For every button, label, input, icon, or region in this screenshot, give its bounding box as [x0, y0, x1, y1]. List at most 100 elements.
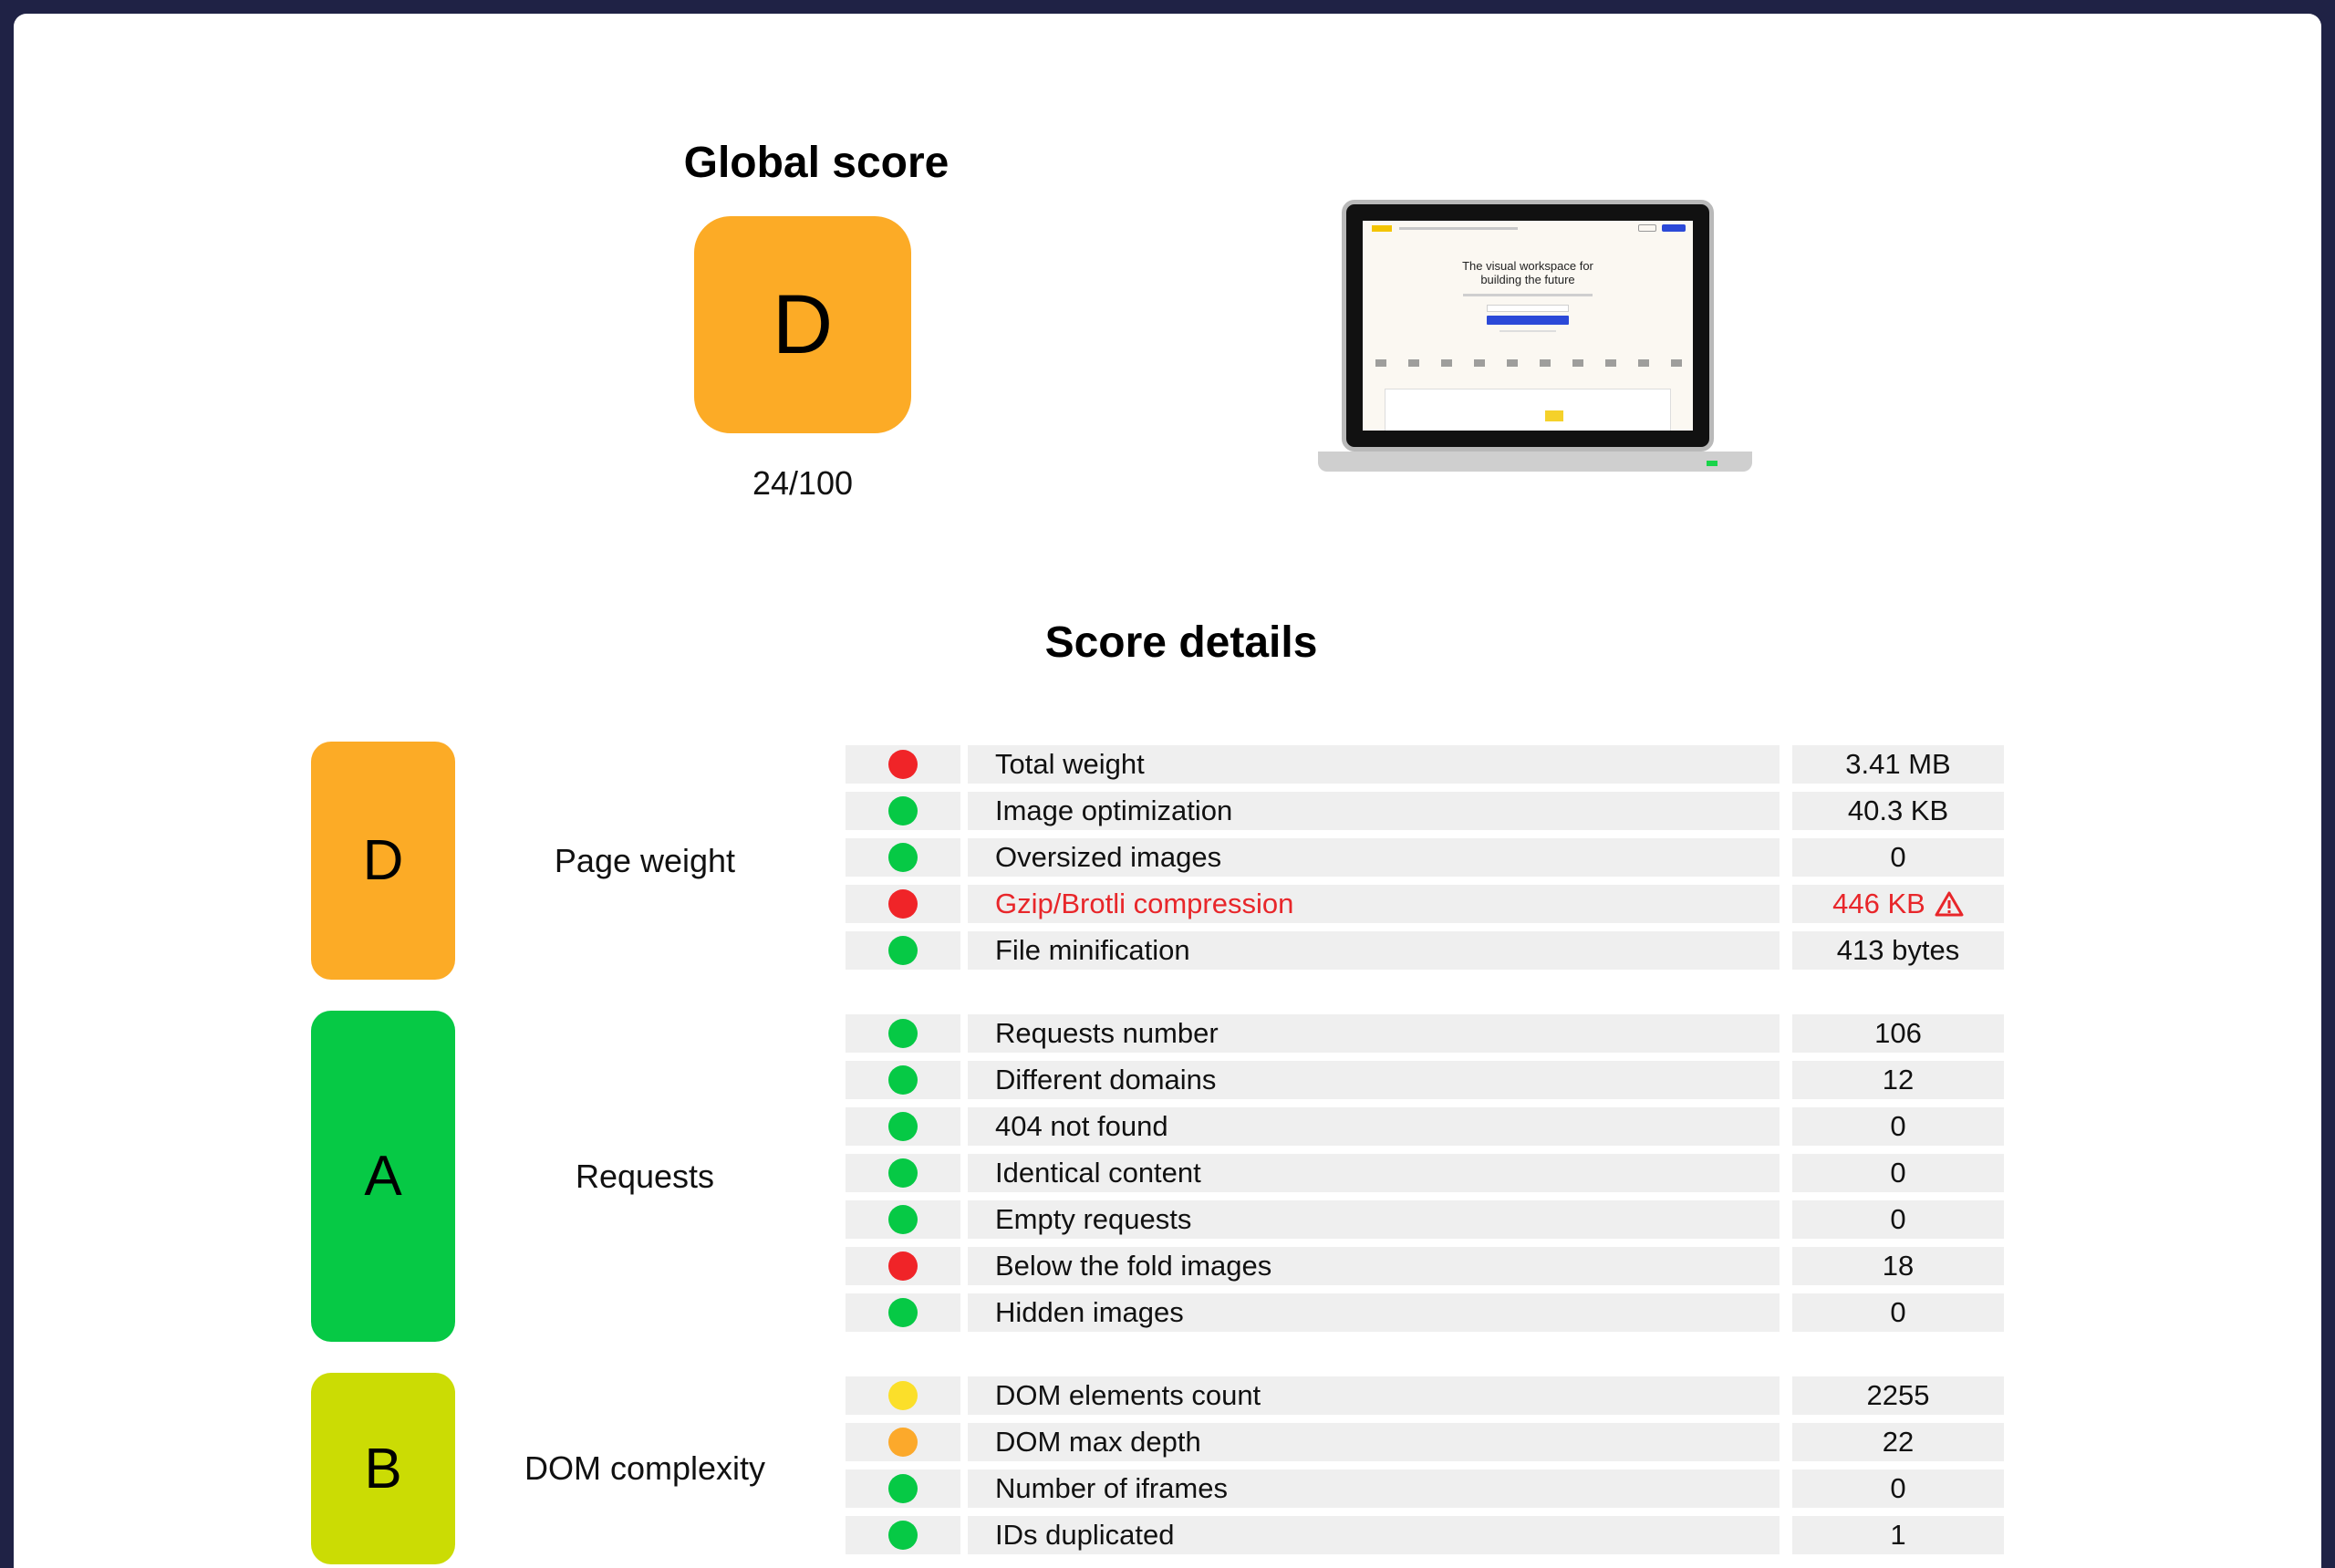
metric-name: Different domains — [968, 1061, 1780, 1099]
category-grade-badge: B — [311, 1373, 455, 1564]
metric-name: Empty requests — [968, 1200, 1780, 1239]
metric-value: 446 KB — [1792, 885, 2004, 923]
metric-value: 3.41 MB — [1792, 745, 2004, 784]
metric-value: 0 — [1792, 1154, 2004, 1192]
status-cell — [846, 792, 960, 830]
status-green-dot-icon — [888, 843, 918, 872]
metric-name: Identical content — [968, 1154, 1780, 1192]
status-cell — [846, 1293, 960, 1332]
metric-value: 0 — [1792, 838, 2004, 877]
preview-fine-print — [1500, 330, 1556, 332]
metric-value-text: 446 KB — [1832, 888, 1925, 919]
metric-name: Total weight — [968, 745, 1780, 784]
metric-value-text: 1 — [1890, 1519, 1906, 1551]
metric-value-text: 0 — [1890, 1472, 1906, 1504]
metric-value-text: 40.3 KB — [1847, 794, 1949, 826]
status-red-dot-icon — [888, 1251, 918, 1281]
preview-nav-signup — [1662, 224, 1686, 232]
preview-subtitle — [1463, 294, 1593, 296]
metric-value: 2255 — [1792, 1376, 2004, 1415]
metric-name: Below the fold images — [968, 1247, 1780, 1285]
metric-value: 0 — [1792, 1200, 2004, 1239]
status-cell — [846, 1061, 960, 1099]
status-cell — [846, 838, 960, 877]
preview-logo — [1372, 225, 1392, 232]
preview-email-input — [1487, 305, 1569, 312]
status-green-dot-icon — [888, 1205, 918, 1234]
category-grade-badge: D — [311, 742, 455, 980]
status-green-dot-icon — [888, 1298, 918, 1327]
global-grade-badge: D — [694, 216, 911, 433]
preview-display: The visual workspace for building the fu… — [1363, 221, 1693, 431]
preview-logo-strip — [1375, 359, 1684, 367]
metric-value-text: 22 — [1882, 1426, 1915, 1458]
metric-value: 0 — [1792, 1469, 2004, 1508]
status-cell — [846, 1423, 960, 1461]
status-red-dot-icon — [888, 889, 918, 919]
preview-headline-line2: building the future — [1480, 273, 1575, 286]
metric-value-text: 0 — [1890, 1203, 1906, 1235]
metric-value-text: 3.41 MB — [1845, 748, 1951, 780]
status-green-dot-icon — [888, 936, 918, 965]
metric-name: DOM elements count — [968, 1376, 1780, 1415]
category-label-dom-complexity: DOM complexity — [524, 1449, 766, 1487]
metric-value-text: 0 — [1890, 1157, 1906, 1189]
status-cell — [846, 1469, 960, 1508]
status-yellow-dot-icon — [888, 1381, 918, 1410]
status-cell — [846, 1376, 960, 1415]
global-score-value: 24/100 — [752, 464, 854, 502]
metric-name: DOM max depth — [968, 1423, 1780, 1461]
metric-value-text: 0 — [1890, 1110, 1906, 1142]
metric-value: 12 — [1792, 1061, 2004, 1099]
status-cell — [846, 931, 960, 970]
metric-value: 0 — [1792, 1107, 2004, 1146]
metric-value: 413 bytes — [1792, 931, 2004, 970]
preview-nav — [1363, 221, 1693, 237]
status-green-dot-icon — [888, 1112, 918, 1141]
page-screenshot-preview: The visual workspace for building the fu… — [1342, 200, 1714, 452]
status-cell — [846, 885, 960, 923]
status-cell — [846, 1200, 960, 1239]
preview-cta-button — [1487, 316, 1569, 325]
status-cell — [846, 1014, 960, 1053]
metric-name: Hidden images — [968, 1293, 1780, 1332]
metric-value: 18 — [1792, 1247, 2004, 1285]
metric-value: 0 — [1792, 1293, 2004, 1332]
status-green-dot-icon — [888, 1158, 918, 1188]
category-label-page-weight: Page weight — [554, 841, 736, 879]
metric-value: 40.3 KB — [1792, 792, 2004, 830]
status-green-dot-icon — [888, 1474, 918, 1503]
category-grade-badge: A — [311, 1011, 455, 1342]
global-score-title: Global score — [683, 139, 950, 187]
metric-value-text: 2255 — [1866, 1379, 1930, 1411]
metric-name: Image optimization — [968, 792, 1780, 830]
metric-name: IDs duplicated — [968, 1516, 1780, 1554]
status-cell — [846, 1154, 960, 1192]
metric-value: 106 — [1792, 1014, 2004, 1053]
status-cell — [846, 745, 960, 784]
preview-nav-login — [1638, 224, 1656, 232]
metric-name: Gzip/Brotli compression — [968, 885, 1780, 923]
preview-headline-line1: The visual workspace for — [1462, 259, 1593, 273]
status-cell — [846, 1107, 960, 1146]
preview-sticky-note — [1545, 410, 1563, 421]
metric-name: Requests number — [968, 1014, 1780, 1053]
status-green-dot-icon — [888, 1521, 918, 1550]
metric-value-text: 106 — [1874, 1017, 1922, 1049]
category-label-requests: Requests — [575, 1157, 715, 1195]
metric-name: Oversized images — [968, 838, 1780, 877]
laptop-base — [1318, 452, 1752, 472]
preview-headline: The visual workspace for building the fu… — [1363, 259, 1693, 286]
preview-nav-links — [1399, 227, 1518, 230]
warning-triangle-icon — [1935, 890, 1964, 918]
score-details-title: Score details — [1044, 618, 1318, 667]
metric-value-text: 0 — [1890, 841, 1906, 873]
status-green-dot-icon — [888, 796, 918, 826]
status-cell — [846, 1516, 960, 1554]
metric-name: 404 not found — [968, 1107, 1780, 1146]
metric-value: 22 — [1792, 1423, 2004, 1461]
metric-name: File minification — [968, 931, 1780, 970]
status-orange-dot-icon — [888, 1428, 918, 1457]
preview-product-card — [1385, 389, 1671, 431]
status-green-dot-icon — [888, 1065, 918, 1095]
